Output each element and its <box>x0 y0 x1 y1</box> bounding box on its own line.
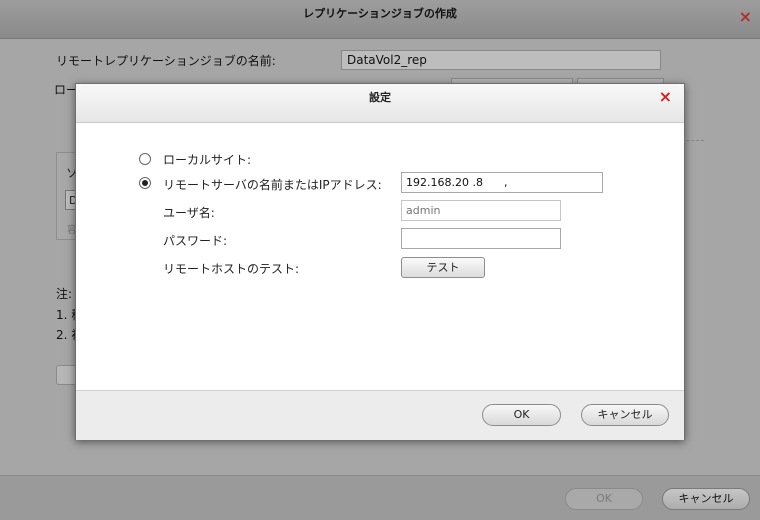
close-icon[interactable]: × <box>739 3 752 31</box>
window-footer <box>0 475 760 520</box>
remote-server-radio[interactable] <box>139 177 151 189</box>
window-title-bar: レプリケーションジョブの作成 × <box>0 0 760 39</box>
local-label: ロー <box>54 83 76 97</box>
dialog-close-icon[interactable]: × <box>659 87 672 107</box>
ok-button[interactable]: OK <box>565 488 643 510</box>
test-button[interactable]: テスト <box>401 257 485 278</box>
password-input[interactable] <box>401 228 561 249</box>
window-title: レプリケーションジョブの作成 <box>303 7 457 20</box>
dialog-title: 設定 <box>369 91 391 104</box>
dialog-cancel-button[interactable]: キャンセル <box>581 404 669 426</box>
note-item-2: 2. 初 <box>56 328 76 342</box>
local-site-radio[interactable] <box>139 153 151 165</box>
divider <box>682 140 704 141</box>
cancel-button[interactable]: キャンセル <box>662 488 750 510</box>
job-name-label: リモートレプリケーションジョブの名前: <box>56 54 276 68</box>
dialog-ok-button[interactable]: OK <box>482 404 561 426</box>
note-item-1: 1. 移 <box>56 308 76 322</box>
remote-server-label: リモートサーバの名前またはIPアドレス: <box>163 178 382 192</box>
note-label: 注: <box>56 287 73 301</box>
username-label: ユーザ名: <box>163 206 215 220</box>
remote-server-input[interactable] <box>401 172 603 193</box>
job-name-input[interactable]: DataVol2_rep <box>341 50 661 70</box>
username-input[interactable] <box>401 200 561 221</box>
settings-dialog: 設定 × ローカルサイト: リモートサーバの名前またはIPアドレス: ユーザ名:… <box>75 83 685 440</box>
dialog-title-bar: 設定 × <box>76 84 684 123</box>
remote-host-test-label: リモートホストのテスト: <box>163 262 300 276</box>
local-site-label: ローカルサイト: <box>163 153 252 167</box>
password-label: パスワード: <box>163 234 228 248</box>
